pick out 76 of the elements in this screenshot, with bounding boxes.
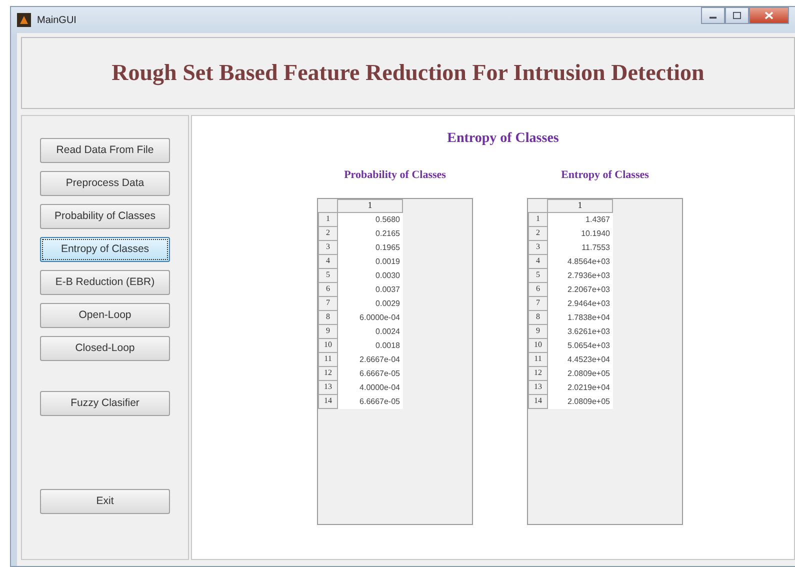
table-cell: 0.0029 [338,296,403,310]
row-header: 14 [528,394,548,408]
row-header: 2 [528,226,548,240]
row-header: 8 [528,310,548,324]
sidebar-button[interactable]: E-B Reduction (EBR) [40,270,170,295]
row-header: 9 [528,324,548,338]
table-cell: 2.0809e+05 [548,366,613,380]
window-title: MainGUI [37,14,76,28]
table-cell: 5.0654e+03 [548,338,613,352]
row-header: 4 [318,254,338,268]
table-cell: 0.0030 [338,268,403,282]
row-header: 4 [528,254,548,268]
minimize-button[interactable] [701,7,725,24]
table-cell: 11.7553 [548,240,613,254]
row-header: 5 [528,268,548,282]
table-cell: 2.6667e-04 [338,352,403,366]
table-cell: 1.7838e+04 [548,310,613,324]
table-cell: 3.6261e+03 [548,324,613,338]
table-cell: 0.2165 [338,226,403,240]
exit-button[interactable]: Exit [40,489,170,514]
table-cell: 2.0219e+04 [548,380,613,394]
row-header: 10 [318,338,338,352]
row-header: 5 [318,268,338,282]
table-cell: 6.0000e-04 [338,310,403,324]
app-title: Rough Set Based Feature Reduction For Intrusion Detection [112,58,704,88]
table-cell: 2.9464e+03 [548,296,613,310]
table-cell: 2.0809e+05 [548,394,613,408]
table-title: Entropy of Classes [561,168,649,183]
table-cell: 0.1965 [338,240,403,254]
row-header: 12 [528,366,548,380]
table-cell: 4.8564e+03 [548,254,613,268]
sidebar-button[interactable]: Fuzzy Clasifier [40,391,170,416]
table-cell: 2.2067e+03 [548,282,613,296]
sidebar-button[interactable]: Closed-Loop [40,336,170,361]
maximize-button[interactable] [725,7,749,24]
row-header: 11 [318,352,338,366]
row-header: 12 [318,366,338,380]
sidebar-button[interactable]: Read Data From File [40,138,170,163]
table-title: Probability of Classes [344,168,446,183]
table-cell: 0.0018 [338,338,403,352]
table-cell: 6.6667e-05 [338,366,403,380]
row-header: 6 [528,282,548,296]
table-cell: 10.1940 [548,226,613,240]
row-header: 9 [318,324,338,338]
row-header: 8 [318,310,338,324]
row-header: 6 [318,282,338,296]
app-icon [17,13,31,27]
table-cell: 0.5680 [338,212,403,226]
row-header: 3 [318,240,338,254]
table-cell: 0.0024 [338,324,403,338]
row-header: 7 [318,296,338,310]
row-header: 10 [528,338,548,352]
main-title: Entropy of Classes [447,130,559,148]
sidebar-button[interactable]: Open-Loop [40,303,170,328]
table-cell: 0.0037 [338,282,403,296]
row-header: 1 [528,212,548,226]
table-cell: 2.7936e+03 [548,268,613,282]
table-cell: 1.4367 [548,212,613,226]
table-cell: 4.4523e+04 [548,352,613,366]
row-header: 7 [528,296,548,310]
table-cell: 0.0019 [338,254,403,268]
row-header: 1 [318,212,338,226]
sidebar-button[interactable]: Entropy of Classes [40,237,170,262]
close-button[interactable] [749,7,789,24]
column-header: 1 [548,198,613,212]
table-cell: 6.6667e-05 [338,394,403,408]
row-header: 11 [528,352,548,366]
table-cell: 4.0000e-04 [338,380,403,394]
row-header: 3 [528,240,548,254]
sidebar-button[interactable]: Preprocess Data [40,171,170,196]
row-header: 13 [318,380,338,394]
row-header: 13 [528,380,548,394]
row-header: 14 [318,394,338,408]
sidebar-button[interactable]: Probability of Classes [40,204,170,229]
column-header: 1 [338,198,403,212]
row-header: 2 [318,226,338,240]
